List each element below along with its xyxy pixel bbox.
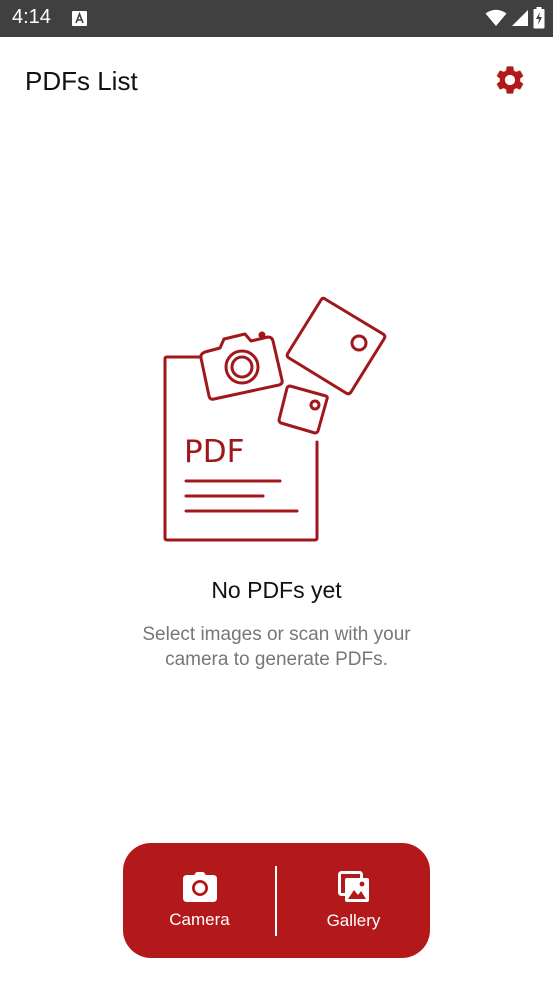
- page-title: PDFs List: [25, 66, 138, 96]
- pdf-illustration: PDF: [163, 296, 387, 542]
- status-time: 4:14: [12, 6, 51, 28]
- gear-icon: [496, 66, 524, 94]
- gallery-button[interactable]: Gallery: [277, 843, 430, 958]
- app-bar: PDFs List: [0, 37, 553, 127]
- camera-button[interactable]: Camera: [123, 843, 276, 958]
- signal-icon: [512, 10, 528, 26]
- camera-label: Camera: [169, 909, 230, 929]
- illustration-pdf-text: PDF: [184, 434, 244, 470]
- action-bar: Camera Gallery: [123, 843, 430, 958]
- battery-charging-icon: [533, 7, 545, 29]
- status-bar: 4:14: [0, 0, 553, 37]
- empty-state-title: No PDFs yet: [211, 577, 342, 603]
- notification-a-icon: [72, 11, 87, 26]
- settings-button[interactable]: [489, 59, 531, 101]
- camera-icon: [182, 871, 217, 902]
- status-icons: [485, 7, 545, 29]
- gallery-label: Gallery: [326, 910, 381, 930]
- wifi-icon: [485, 9, 507, 26]
- gallery-icon: [337, 870, 369, 902]
- empty-state-subtitle: Select images or scan with your camera t…: [142, 624, 411, 670]
